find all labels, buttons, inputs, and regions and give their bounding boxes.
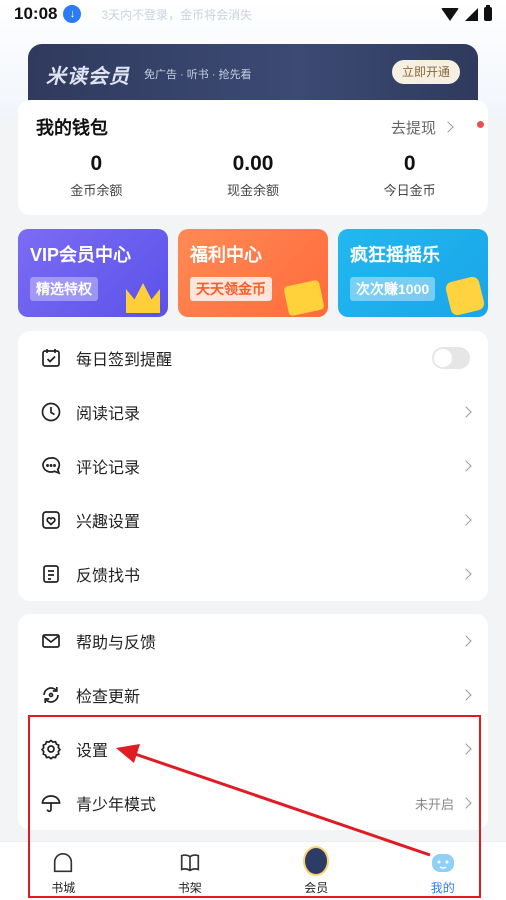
vip-open-button[interactable]: 立即开通 — [391, 60, 460, 84]
member-icon — [303, 846, 330, 876]
promo-vip-center[interactable]: VIP会员中心 精选特权 — [18, 229, 168, 317]
status-time: 10:08 — [14, 4, 58, 23]
promo-title: VIP会员中心 — [30, 245, 132, 265]
promo-title: 疯狂摇摇乐 — [350, 245, 440, 265]
home-icon — [50, 850, 76, 876]
chevron-right-icon — [460, 406, 472, 418]
stat-label: 今日金币 — [383, 183, 436, 198]
clock-icon — [40, 401, 62, 423]
mail-icon — [40, 630, 62, 652]
umbrella-icon — [40, 792, 62, 814]
tab-label: 我的 — [430, 881, 455, 895]
vip-banner[interactable]: 米读会员 免广告 · 听书 · 抢先看 立即开通 — [28, 44, 478, 104]
tab-label: 书架 — [177, 881, 202, 895]
stat-coin-balance[interactable]: 0 金币余额 — [18, 152, 175, 199]
promo-shake-game[interactable]: 疯狂摇摇乐 次次赚1000 — [338, 229, 488, 317]
document-icon — [40, 563, 62, 585]
stat-value: 0.00 — [232, 152, 274, 175]
menu-item-comment-history[interactable]: 评论记录 — [18, 439, 488, 493]
calendar-check-icon — [40, 347, 62, 369]
promo-tag: 天天领金币 — [190, 277, 272, 301]
withdraw-link[interactable]: 去提现 — [391, 117, 470, 138]
menu-item-label: 评论记录 — [76, 460, 141, 477]
tab-label: 书城 — [51, 881, 76, 895]
promo-tag: 次次赚1000 — [350, 277, 436, 301]
menu-item-interest-settings[interactable]: 兴趣设置 — [18, 493, 488, 547]
dice-icon — [444, 275, 486, 317]
refresh-icon — [40, 684, 62, 706]
crown-icon — [126, 283, 160, 313]
menu-item-label: 设置 — [76, 743, 109, 760]
menu-item-label: 每日签到提醒 — [76, 352, 173, 369]
tab-member[interactable]: 会员 — [253, 842, 380, 900]
signal-icon — [465, 7, 478, 21]
checkin-reminder-toggle[interactable] — [432, 347, 470, 369]
chevron-right-icon — [460, 743, 472, 755]
comment-icon — [40, 455, 62, 477]
menu-item-settings[interactable]: 设置 — [18, 722, 488, 776]
tab-bookstore[interactable]: 书城 — [0, 842, 127, 900]
menu-item-label: 帮助与反馈 — [76, 635, 157, 652]
status-hint: 3天内不登录，金币将会消失 — [101, 7, 253, 22]
teen-mode-status: 未开启 — [414, 796, 454, 812]
wifi-icon — [441, 7, 459, 21]
promo-tag: 精选特权 — [30, 277, 98, 301]
stat-value: 0 — [403, 152, 416, 175]
menu-item-label: 阅读记录 — [76, 406, 141, 423]
menu-item-check-update[interactable]: 检查更新 — [18, 668, 488, 722]
menu-item-label: 青少年模式 — [76, 797, 157, 814]
menu-group-2: 帮助与反馈 检查更新 设置 青少年模式 未开启 — [18, 614, 488, 830]
menu-item-label: 检查更新 — [76, 689, 141, 706]
menu-item-label: 兴趣设置 — [76, 514, 141, 531]
wallet-card: 我的钱包 去提现 0 金币余额 0.00 现金余额 0 今日金币 — [18, 100, 488, 215]
stat-label: 金币余额 — [70, 183, 123, 198]
status-bar: 10:08 ↓ 3天内不登录，金币将会消失 — [0, 0, 506, 28]
chevron-right-icon — [460, 689, 472, 701]
coin-card-icon — [283, 279, 325, 317]
status-icons — [441, 5, 492, 21]
chevron-right-icon — [460, 797, 472, 809]
battery-icon — [484, 5, 492, 21]
chevron-right-icon — [442, 121, 454, 133]
menu-item-help-feedback[interactable]: 帮助与反馈 — [18, 614, 488, 668]
promo-welfare-center[interactable]: 福利中心 天天领金币 — [178, 229, 328, 317]
vip-subtitle: 免广告 · 听书 · 抢先看 — [144, 69, 252, 81]
profile-icon — [430, 850, 456, 876]
chevron-right-icon — [460, 514, 472, 526]
menu-item-reading-history[interactable]: 阅读记录 — [18, 385, 488, 439]
vip-title: 米读会员 — [46, 66, 130, 88]
stat-value: 0 — [90, 152, 103, 175]
chevron-right-icon — [460, 635, 472, 647]
bottom-tab-bar: 书城 书架 会员 我的 — [0, 841, 506, 900]
book-icon — [177, 850, 203, 876]
tab-bookshelf[interactable]: 书架 — [127, 842, 254, 900]
stat-label: 现金余额 — [227, 183, 280, 198]
menu-item-teen-mode[interactable]: 青少年模式 未开启 — [18, 776, 488, 830]
tab-label: 会员 — [304, 881, 329, 895]
notification-dot — [477, 121, 484, 128]
menu-group-1: 每日签到提醒 阅读记录 评论记录 兴趣设置 反馈找书 — [18, 331, 488, 601]
download-icon: ↓ — [63, 5, 82, 23]
menu-item-checkin-reminder[interactable]: 每日签到提醒 — [18, 331, 488, 385]
stat-cash-balance[interactable]: 0.00 现金余额 — [175, 152, 332, 199]
heart-shield-icon — [40, 509, 62, 531]
stat-today-coins[interactable]: 0 今日金币 — [331, 152, 488, 199]
chevron-right-icon — [460, 568, 472, 580]
gear-icon — [40, 738, 62, 760]
withdraw-label: 去提现 — [390, 119, 436, 137]
menu-item-feedback-find-book[interactable]: 反馈找书 — [18, 547, 488, 601]
wallet-title: 我的钱包 — [36, 118, 108, 138]
tab-mine[interactable]: 我的 — [380, 842, 506, 900]
menu-item-label: 反馈找书 — [76, 568, 141, 585]
promo-title: 福利中心 — [190, 245, 262, 265]
chevron-right-icon — [460, 460, 472, 472]
